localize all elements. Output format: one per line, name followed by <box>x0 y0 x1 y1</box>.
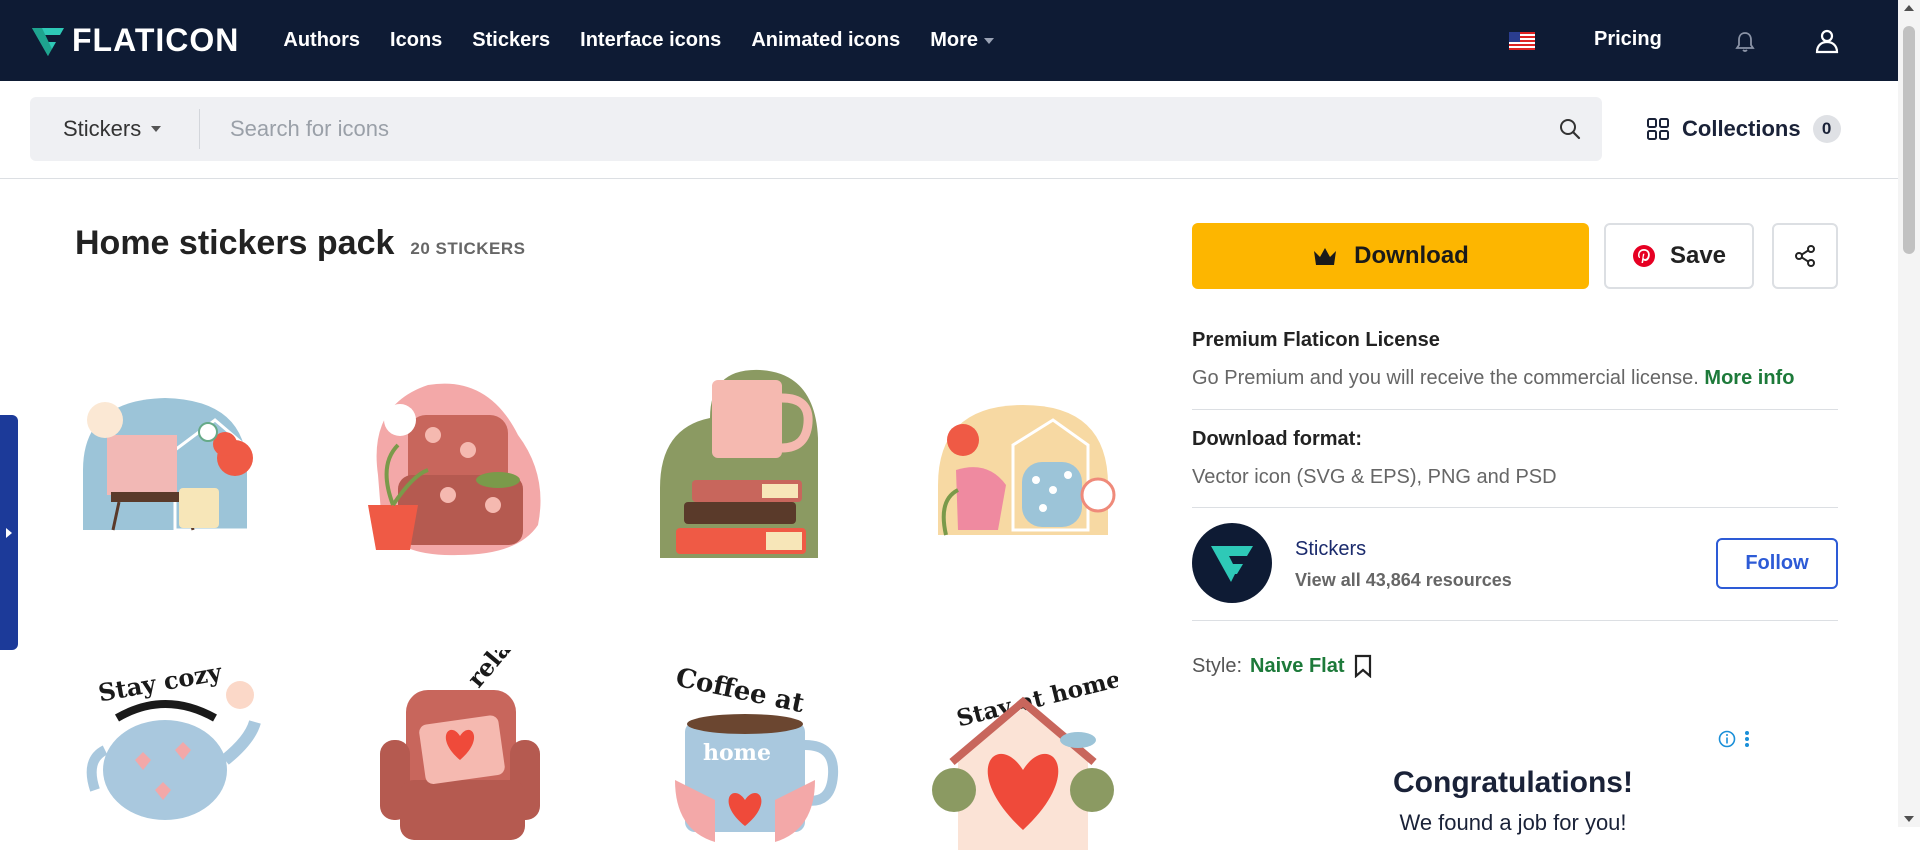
svg-text:home: home <box>703 740 771 766</box>
stay-cozy-sticker[interactable]: Stay cozy <box>75 650 265 850</box>
style-label: Style: <box>1192 654 1243 677</box>
ad-title: Congratulations! <box>1393 766 1633 799</box>
side-panel-toggle[interactable] <box>0 415 18 650</box>
grid-icon <box>1647 118 1669 140</box>
author-avatar[interactable] <box>1192 523 1272 603</box>
sticker-image <box>368 383 541 556</box>
nav-authors[interactable]: Authors <box>283 29 360 52</box>
save-button[interactable]: Save <box>1604 223 1754 289</box>
scrollbar-thumb[interactable] <box>1903 26 1915 254</box>
download-label: Download <box>1354 242 1469 269</box>
author-resources[interactable]: View all 43,864 resources <box>1295 570 1512 591</box>
nav-more-label: More <box>930 29 979 51</box>
books-mug-sticker[interactable] <box>650 368 840 568</box>
page-scrollbar[interactable] <box>1898 0 1920 827</box>
nav-animated-icons[interactable]: Animated icons <box>751 29 900 52</box>
sticker-image: Stay cozy <box>86 657 261 820</box>
home-interior-sticker[interactable] <box>75 380 265 580</box>
collections-label: Collections <box>1682 116 1801 141</box>
more-info-link[interactable]: More info <box>1704 367 1794 389</box>
license-description: Go Premium and you will receive the comm… <box>1192 367 1699 389</box>
caret-down-icon <box>984 37 995 44</box>
info-icon[interactable] <box>1718 730 1736 748</box>
divider <box>1192 409 1838 410</box>
crown-icon <box>1314 248 1337 265</box>
chevron-right-icon <box>6 527 12 538</box>
style-row: Style: Naive Flat <box>1192 654 1373 678</box>
sticker-image <box>938 405 1116 536</box>
nav-stickers[interactable]: Stickers <box>472 29 550 52</box>
sticker-count: 20 STICKERS <box>410 239 526 258</box>
search-type-dropdown[interactable]: Stickers <box>30 109 200 149</box>
save-label: Save <box>1669 242 1727 269</box>
search-input[interactable] <box>200 96 1538 162</box>
pricing-link[interactable]: Pricing <box>1594 28 1662 51</box>
top-navbar: FLATICON Authors Icons Stickers Interfac… <box>0 0 1898 81</box>
caret-down-icon <box>151 126 162 132</box>
ad-controls <box>1718 730 1750 748</box>
search-box: Stickers <box>30 96 1602 162</box>
scroll-down-arrow-icon[interactable] <box>1898 811 1920 827</box>
user-account-icon[interactable] <box>1814 28 1840 54</box>
bookmark-icon[interactable] <box>1353 654 1373 678</box>
watering-can-sticker[interactable] <box>928 390 1118 590</box>
sticker-image <box>83 398 253 532</box>
license-title: Premium Flaticon License <box>1192 329 1440 351</box>
share-button[interactable] <box>1772 223 1838 289</box>
pinterest-icon <box>1632 245 1655 267</box>
license-text: Go Premium and you will receive the comm… <box>1192 367 1794 390</box>
format-title: Download format: <box>1192 428 1362 450</box>
flaticon-logo[interactable]: FLATICON <box>30 22 239 59</box>
flaticon-logo-icon <box>32 27 64 56</box>
style-value-link[interactable]: Naive Flat <box>1250 655 1344 678</box>
divider <box>1192 620 1838 621</box>
collections-button[interactable]: Collections 0 <box>1646 115 1841 143</box>
more-vertical-icon[interactable] <box>1744 730 1750 748</box>
sticker-image <box>660 369 818 558</box>
us-flag-icon[interactable] <box>1509 32 1535 50</box>
author-name[interactable]: Stickers <box>1295 538 1366 561</box>
scroll-up-arrow-icon[interactable] <box>1898 0 1920 16</box>
page-title: Home stickers pack <box>75 224 395 262</box>
armchair-plant-sticker[interactable] <box>358 375 548 575</box>
share-icon <box>1795 245 1815 267</box>
stay-at-home-sticker[interactable]: Stay at home <box>928 650 1123 850</box>
bell-icon[interactable] <box>1733 30 1757 54</box>
nav-interface-icons[interactable]: Interface icons <box>580 29 721 52</box>
search-icon <box>1560 119 1581 140</box>
advertisement[interactable]: Congratulations! We found a job for you! <box>1263 726 1763 835</box>
sticker-image: Coffee at home <box>673 663 839 842</box>
search-bar-row: Stickers Collections 0 <box>0 81 1898 179</box>
nav-links: Authors Icons Stickers Interface icons A… <box>283 29 995 52</box>
download-button[interactable]: Download <box>1192 223 1589 289</box>
follow-button[interactable]: Follow <box>1716 538 1838 589</box>
nav-more[interactable]: More <box>930 29 995 52</box>
search-type-label: Stickers <box>63 116 142 141</box>
sticker-image: Time to relax <box>380 622 540 840</box>
logo-text: FLATICON <box>72 22 240 58</box>
coffee-at-home-sticker[interactable]: Coffee at home <box>655 650 845 850</box>
nav-icons[interactable]: Icons <box>390 29 442 52</box>
pack-header: Home stickers pack 20 STICKERS <box>75 224 526 263</box>
ad-subtitle: We found a job for you! <box>1399 810 1627 835</box>
sticker-text: Coffee at <box>673 663 807 719</box>
stickers-brand-icon <box>1211 546 1253 582</box>
search-button[interactable] <box>1538 117 1602 141</box>
collections-count-badge: 0 <box>1812 115 1841 143</box>
time-to-relax-sticker[interactable]: Time to relax <box>360 622 550 850</box>
sticker-text: Stay cozy <box>96 657 225 707</box>
divider <box>1192 507 1838 508</box>
sticker-image: Stay at home <box>932 666 1123 850</box>
format-text: Vector icon (SVG & EPS), PNG and PSD <box>1192 466 1557 488</box>
